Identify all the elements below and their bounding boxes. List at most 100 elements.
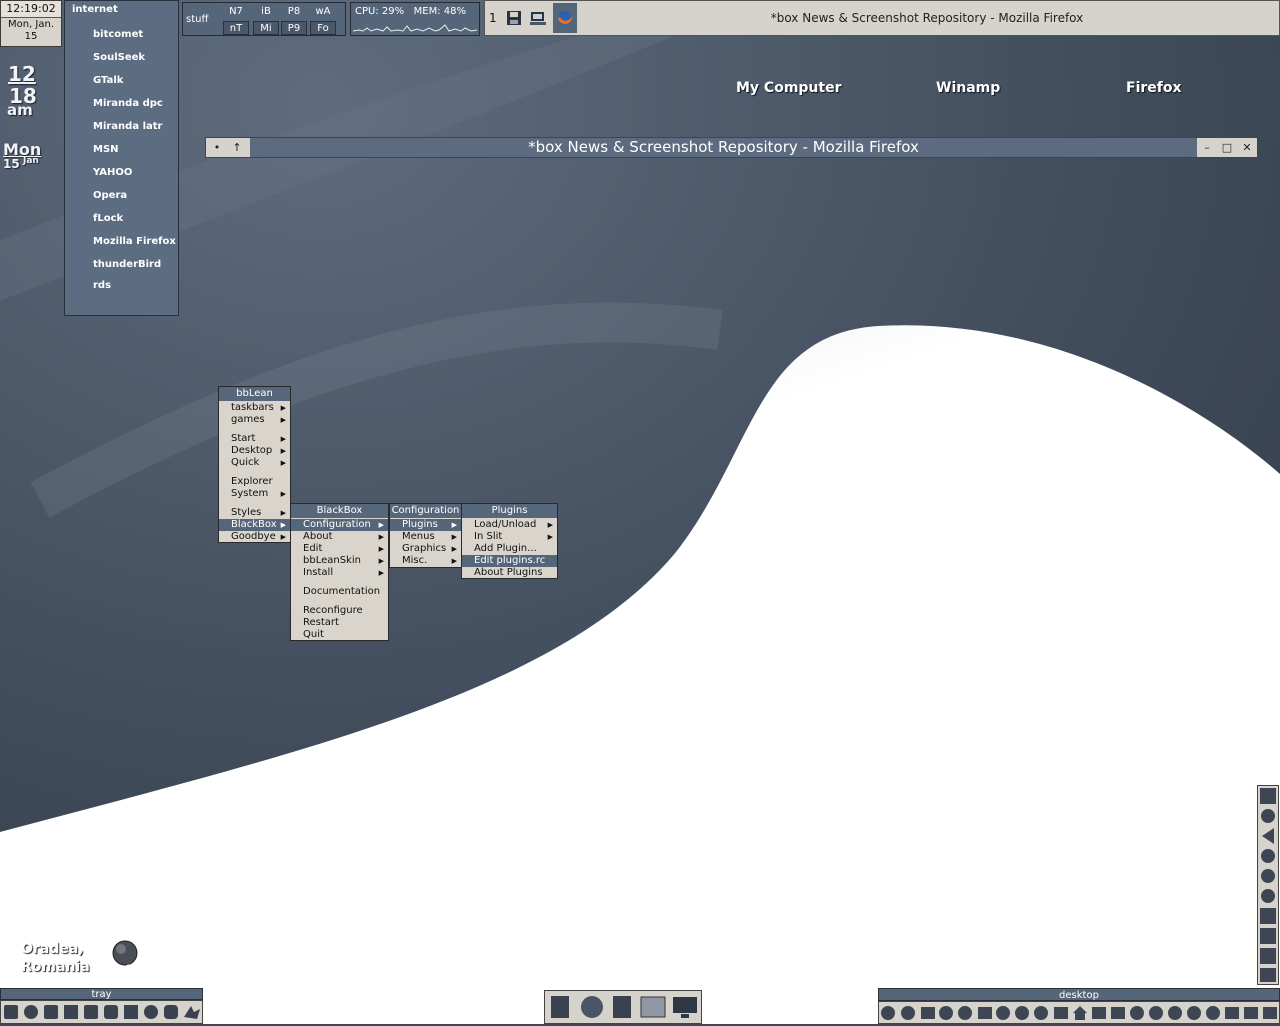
menu-item-plugins[interactable]: Plugins ▶: [390, 519, 461, 531]
weather-location: Oradea, Romania: [21, 940, 90, 976]
app-icon: [1263, 1007, 1277, 1019]
internet-item-opera[interactable]: Opera: [93, 190, 127, 201]
tray-icons: [4, 1005, 200, 1019]
menu-item-explorer[interactable]: Explorer: [219, 476, 290, 488]
menu-item-styles[interactable]: Styles ▶: [219, 507, 290, 519]
menu-item-load-unload[interactable]: Load/Unload ▶: [462, 519, 557, 531]
menu-item-documentation[interactable]: Documentation: [291, 586, 388, 598]
internet-item-gtalk[interactable]: GTalk: [93, 75, 123, 86]
desktop-icon-bar: [878, 1001, 1280, 1024]
menu-item-quit[interactable]: Quit: [291, 629, 388, 641]
menu-item-menus[interactable]: Menus ▶: [390, 531, 461, 543]
submenu-arrow-icon: ▶: [378, 569, 384, 577]
menu-item-label: Configuration: [303, 519, 371, 530]
dock-icons[interactable]: [545, 991, 703, 1023]
shortcut-firefox[interactable]: Firefox: [1126, 80, 1182, 96]
floppy-icon[interactable]: [505, 9, 523, 27]
workspace-cell[interactable]: iB: [253, 5, 279, 19]
weather-temperature: 3°C: [86, 938, 104, 948]
shortcut-my-computer[interactable]: My Computer: [736, 80, 842, 96]
menu-item-games[interactable]: games ▶: [219, 414, 290, 426]
shortcut-winamp[interactable]: Winamp: [936, 80, 1000, 96]
menu-item-misc[interactable]: Misc. ▶: [390, 555, 461, 567]
menu-item-label: games: [231, 414, 265, 425]
menu-item-label: About: [303, 531, 333, 542]
internet-item-msn[interactable]: MSN: [93, 144, 119, 155]
app-icon: [1261, 889, 1275, 903]
menu-item-bbleanskin[interactable]: bbLeanSkin ▶: [291, 555, 388, 567]
app-icon: [1260, 788, 1276, 804]
menu-item-edit[interactable]: Edit ▶: [291, 543, 388, 555]
submenu-arrow-icon: ▶: [280, 447, 286, 455]
menu-item-blackbox[interactable]: BlackBox ▶: [219, 519, 290, 531]
app-icon: [1244, 1007, 1258, 1019]
menu-item-reconfigure[interactable]: Reconfigure: [291, 605, 388, 617]
desktop-panel-title: desktop: [878, 988, 1280, 1001]
shade-button[interactable]: ↑: [228, 139, 246, 156]
menu-item-about[interactable]: About ▶: [291, 531, 388, 543]
slit-icons[interactable]: [1258, 786, 1278, 984]
internet-item-flock[interactable]: fLock: [93, 213, 123, 224]
weather-time: 0:18: [116, 964, 139, 974]
internet-item-thunderbird[interactable]: thunderBird: [93, 259, 161, 270]
computer-icon[interactable]: [529, 9, 547, 27]
workspace-cell[interactable]: P8: [281, 5, 307, 19]
menu-item-goodbye[interactable]: Goodbye ▶: [219, 531, 290, 543]
workspace-cell[interactable]: wA: [310, 5, 336, 19]
firefox-icon: [558, 11, 573, 25]
app-icon: [1260, 908, 1276, 924]
menu-item-start[interactable]: Start ▶: [219, 433, 290, 445]
tray-title: tray: [0, 988, 203, 1000]
workspace-cell[interactable]: Mi: [253, 21, 279, 35]
network-icon: [64, 1005, 78, 1019]
internet-item-bitcomet[interactable]: bitcomet: [93, 29, 143, 40]
internet-menu-title: internet: [72, 4, 118, 15]
menu-item-edit-plugins-rc[interactable]: Edit plugins.rc: [462, 555, 557, 567]
pin-button[interactable]: •: [208, 139, 226, 156]
firefox-window-titlebar[interactable]: • ↑ *box News & Screenshot Repository - …: [205, 137, 1258, 158]
internet-item-miranda-dpc[interactable]: Miranda dpc: [93, 98, 163, 109]
menu-item-taskbars[interactable]: taskbars ▶: [219, 402, 290, 414]
internet-item-firefox[interactable]: Mozilla Firefox: [93, 236, 176, 247]
menu-item-system[interactable]: System ▶: [219, 488, 290, 500]
workspace-cell[interactable]: nT: [223, 21, 249, 35]
close-button[interactable]: ✕: [1238, 139, 1256, 156]
menu-item-label: Menus: [402, 531, 435, 542]
submenu-arrow-icon: ▶: [451, 545, 457, 553]
internet-item-miranda-latr[interactable]: Miranda latr: [93, 121, 162, 132]
app-icon: [881, 1006, 895, 1020]
app-icon: [1225, 1007, 1239, 1019]
internet-item-rds[interactable]: rds: [93, 280, 111, 291]
menu-item-graphics[interactable]: Graphics ▶: [390, 543, 461, 555]
workspace-cell[interactable]: P9: [281, 21, 307, 35]
menu-item-quick[interactable]: Quick ▶: [219, 457, 290, 469]
minimize-button[interactable]: –: [1198, 139, 1216, 156]
workspace-cell[interactable]: N7: [223, 5, 249, 19]
menu-item-label: Load/Unload: [474, 519, 537, 530]
menu-item-add-plugin[interactable]: Add Plugin...: [462, 543, 557, 555]
workspace-cell[interactable]: Fo: [310, 21, 336, 35]
menu-item-install[interactable]: Install ▶: [291, 567, 388, 579]
launcher-dock: [544, 990, 702, 1024]
menu-item-about-plugins[interactable]: About Plugins: [462, 567, 557, 579]
app-icon: [104, 1005, 118, 1019]
menu-title: BlackBox: [291, 504, 388, 518]
desktop-icons[interactable]: [879, 1002, 1280, 1023]
internet-item-soulseek[interactable]: SoulSeek: [93, 52, 145, 63]
clock-date-line2: 15: [24, 31, 38, 42]
active-window-title[interactable]: *box News & Screenshot Repository - Mozi…: [585, 11, 1269, 25]
menu-item-label: Styles: [231, 507, 262, 518]
weather-country: Romania: [21, 959, 90, 975]
submenu-arrow-icon: ▶: [451, 557, 457, 565]
menu-item-in-slit[interactable]: In Slit ▶: [462, 531, 557, 543]
submenu-arrow-icon: ▶: [280, 490, 286, 498]
active-task-button[interactable]: [553, 3, 577, 33]
maximize-button[interactable]: □: [1218, 139, 1236, 156]
menu-item-configuration[interactable]: Configuration ▶: [291, 519, 388, 531]
menu-item-restart[interactable]: Restart: [291, 617, 388, 629]
internet-item-yahoo[interactable]: YAHOO: [93, 167, 132, 178]
photo-icon: [640, 996, 666, 1018]
current-workspace-number[interactable]: 1: [489, 11, 497, 25]
menu-item-desktop[interactable]: Desktop ▶: [219, 445, 290, 457]
clock-widget[interactable]: 12:19:02 Mon, Jan. 15: [0, 0, 62, 47]
